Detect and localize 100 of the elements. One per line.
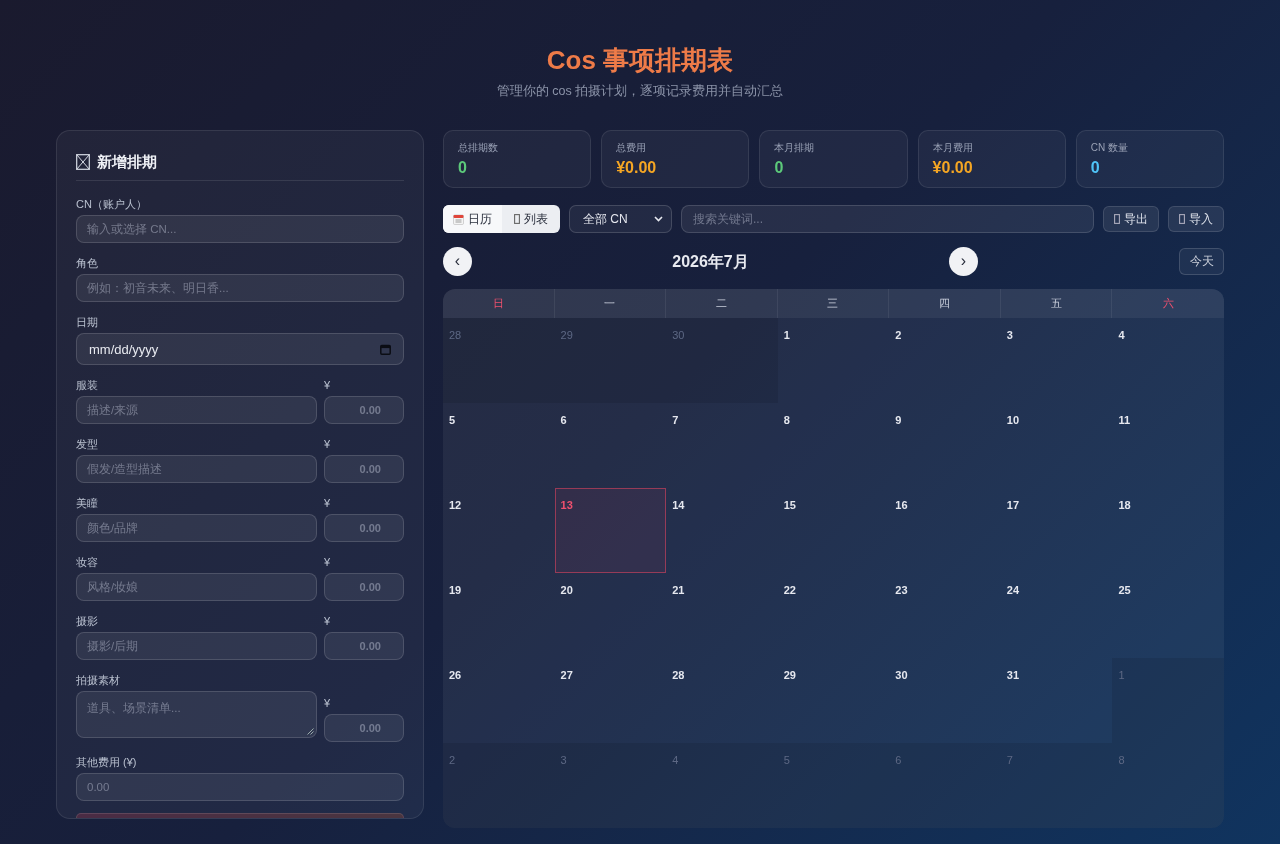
day-cell[interactable]: 4 bbox=[1112, 318, 1224, 403]
day-number: 15 bbox=[783, 499, 796, 511]
day-cell[interactable]: 15 bbox=[777, 488, 890, 573]
view-tab[interactable]: 列表 bbox=[501, 205, 560, 233]
field-label: CN（账户人） bbox=[76, 197, 147, 212]
day-cell[interactable]: 29 bbox=[777, 658, 890, 743]
day-number: 27 bbox=[560, 669, 573, 681]
day-cell[interactable]: 24 bbox=[1000, 573, 1113, 658]
day-number: 10 bbox=[1006, 414, 1020, 426]
day-number: 26 bbox=[449, 669, 462, 681]
day-number: 30 bbox=[895, 669, 908, 681]
action-button[interactable]: 导入 bbox=[1168, 206, 1224, 232]
currency-label: ¥ bbox=[324, 696, 331, 711]
day-number: 7 bbox=[672, 414, 679, 426]
currency-label: ¥ bbox=[324, 614, 331, 629]
day-cell[interactable]: 26 bbox=[443, 658, 555, 743]
day-cell[interactable]: 28 bbox=[666, 658, 778, 743]
view-tab[interactable]: 日历 bbox=[443, 205, 502, 233]
day-cell[interactable]: 5 bbox=[443, 403, 555, 488]
day-cell[interactable]: 30 bbox=[889, 658, 1001, 743]
day-cell[interactable]: 12 bbox=[443, 488, 555, 573]
day-cell[interactable]: 14 bbox=[666, 488, 778, 573]
day-number: 19 bbox=[449, 584, 462, 596]
day-cell[interactable]: 20 bbox=[554, 573, 667, 658]
weekday-label: 一 bbox=[554, 289, 667, 318]
missing-glyph-icon bbox=[513, 214, 520, 224]
day-cell[interactable]: 27 bbox=[554, 658, 667, 743]
weekday-label: 四 bbox=[889, 289, 1001, 318]
currency-label: ¥ bbox=[324, 437, 331, 452]
action-button[interactable]: 导出 bbox=[1103, 206, 1159, 232]
day-number: 31 bbox=[1006, 669, 1020, 681]
day-number: 29 bbox=[560, 329, 573, 341]
day-number: 7 bbox=[1006, 754, 1013, 766]
day-cell[interactable]: 31 bbox=[1000, 658, 1113, 743]
cn-filter-select[interactable]: 全部 CN bbox=[569, 205, 672, 233]
day-number: 6 bbox=[895, 754, 902, 766]
day-cell[interactable]: 8 bbox=[777, 403, 890, 488]
day-number: 28 bbox=[672, 669, 685, 681]
stat-value: ¥0.00 bbox=[932, 158, 973, 178]
field-label: 摄影 bbox=[76, 614, 98, 629]
day-cell[interactable]: 7 bbox=[666, 403, 778, 488]
today-button[interactable]: 今天 bbox=[1179, 248, 1224, 275]
weekday-label: 三 bbox=[777, 289, 890, 318]
day-number: 29 bbox=[783, 669, 796, 681]
stat-value: 0 bbox=[1090, 158, 1100, 178]
day-number: 2 bbox=[449, 754, 456, 766]
day-number: 18 bbox=[1118, 499, 1131, 511]
day-cell[interactable]: 19 bbox=[443, 573, 555, 658]
day-cell[interactable]: 10 bbox=[1000, 403, 1113, 488]
day-cell[interactable]: 17 bbox=[1000, 488, 1113, 573]
stat-label: 总排期数 bbox=[458, 141, 498, 155]
stat-value: 0 bbox=[774, 158, 784, 178]
stat-label: 总费用 bbox=[616, 141, 647, 155]
day-number: 21 bbox=[672, 584, 685, 596]
day-cell[interactable]: 11 bbox=[1112, 403, 1224, 488]
day-cell[interactable]: 2 bbox=[889, 318, 1001, 403]
field-label: 日期 bbox=[76, 315, 98, 330]
weekday-label: 二 bbox=[666, 289, 778, 318]
day-number: 3 bbox=[1006, 329, 1013, 341]
day-number: 13 bbox=[560, 499, 573, 511]
crossed-box-icon bbox=[76, 153, 90, 170]
day-cell[interactable]: 21 bbox=[666, 573, 778, 658]
resize-handle-icon[interactable] bbox=[307, 728, 314, 735]
stat-value: ¥0.00 bbox=[616, 158, 657, 178]
caret-icon bbox=[654, 216, 663, 222]
field-label: 发型 bbox=[76, 437, 98, 452]
day-number: 24 bbox=[1006, 584, 1020, 596]
missing-glyph-icon bbox=[1179, 214, 1185, 224]
submit-button[interactable] bbox=[76, 813, 404, 818]
day-number: 2 bbox=[895, 329, 902, 341]
day-number: 1 bbox=[1118, 669, 1125, 681]
field-label: 角色 bbox=[76, 256, 98, 271]
day-cell[interactable]: 16 bbox=[889, 488, 1001, 573]
next-month-button[interactable]: › bbox=[949, 247, 978, 276]
field-label: 妆容 bbox=[76, 555, 98, 570]
day-number: 22 bbox=[783, 584, 796, 596]
day-number: 25 bbox=[1118, 584, 1131, 596]
month-title: 2026年7月 bbox=[672, 251, 749, 272]
calendar-icon[interactable] bbox=[380, 344, 391, 355]
field-label: 拍摄素材 bbox=[76, 673, 120, 688]
day-cell[interactable]: 25 bbox=[1112, 573, 1224, 658]
day-cell[interactable]: 3 bbox=[1000, 318, 1113, 403]
currency-label: ¥ bbox=[324, 378, 331, 393]
day-number: 20 bbox=[560, 584, 573, 596]
day-number: 11 bbox=[1118, 414, 1131, 426]
day-cell[interactable]: 1 bbox=[777, 318, 890, 403]
previous-month-button[interactable]: ‹ bbox=[443, 247, 472, 276]
day-cell[interactable]: 9 bbox=[889, 403, 1001, 488]
day-cell[interactable]: 13 bbox=[554, 488, 667, 573]
day-number: 9 bbox=[895, 414, 902, 426]
day-cell[interactable]: 22 bbox=[777, 573, 890, 658]
day-number: 14 bbox=[672, 499, 685, 511]
day-number: 5 bbox=[449, 414, 456, 426]
stat-value: 0 bbox=[458, 158, 467, 178]
day-cell[interactable]: 6 bbox=[554, 403, 667, 488]
panel-title: 新增排期 bbox=[97, 151, 157, 172]
day-cell[interactable]: 18 bbox=[1112, 488, 1224, 573]
stat-label: CN 数量 bbox=[1090, 141, 1129, 155]
day-number: 5 bbox=[783, 754, 790, 766]
day-cell[interactable]: 23 bbox=[889, 573, 1001, 658]
